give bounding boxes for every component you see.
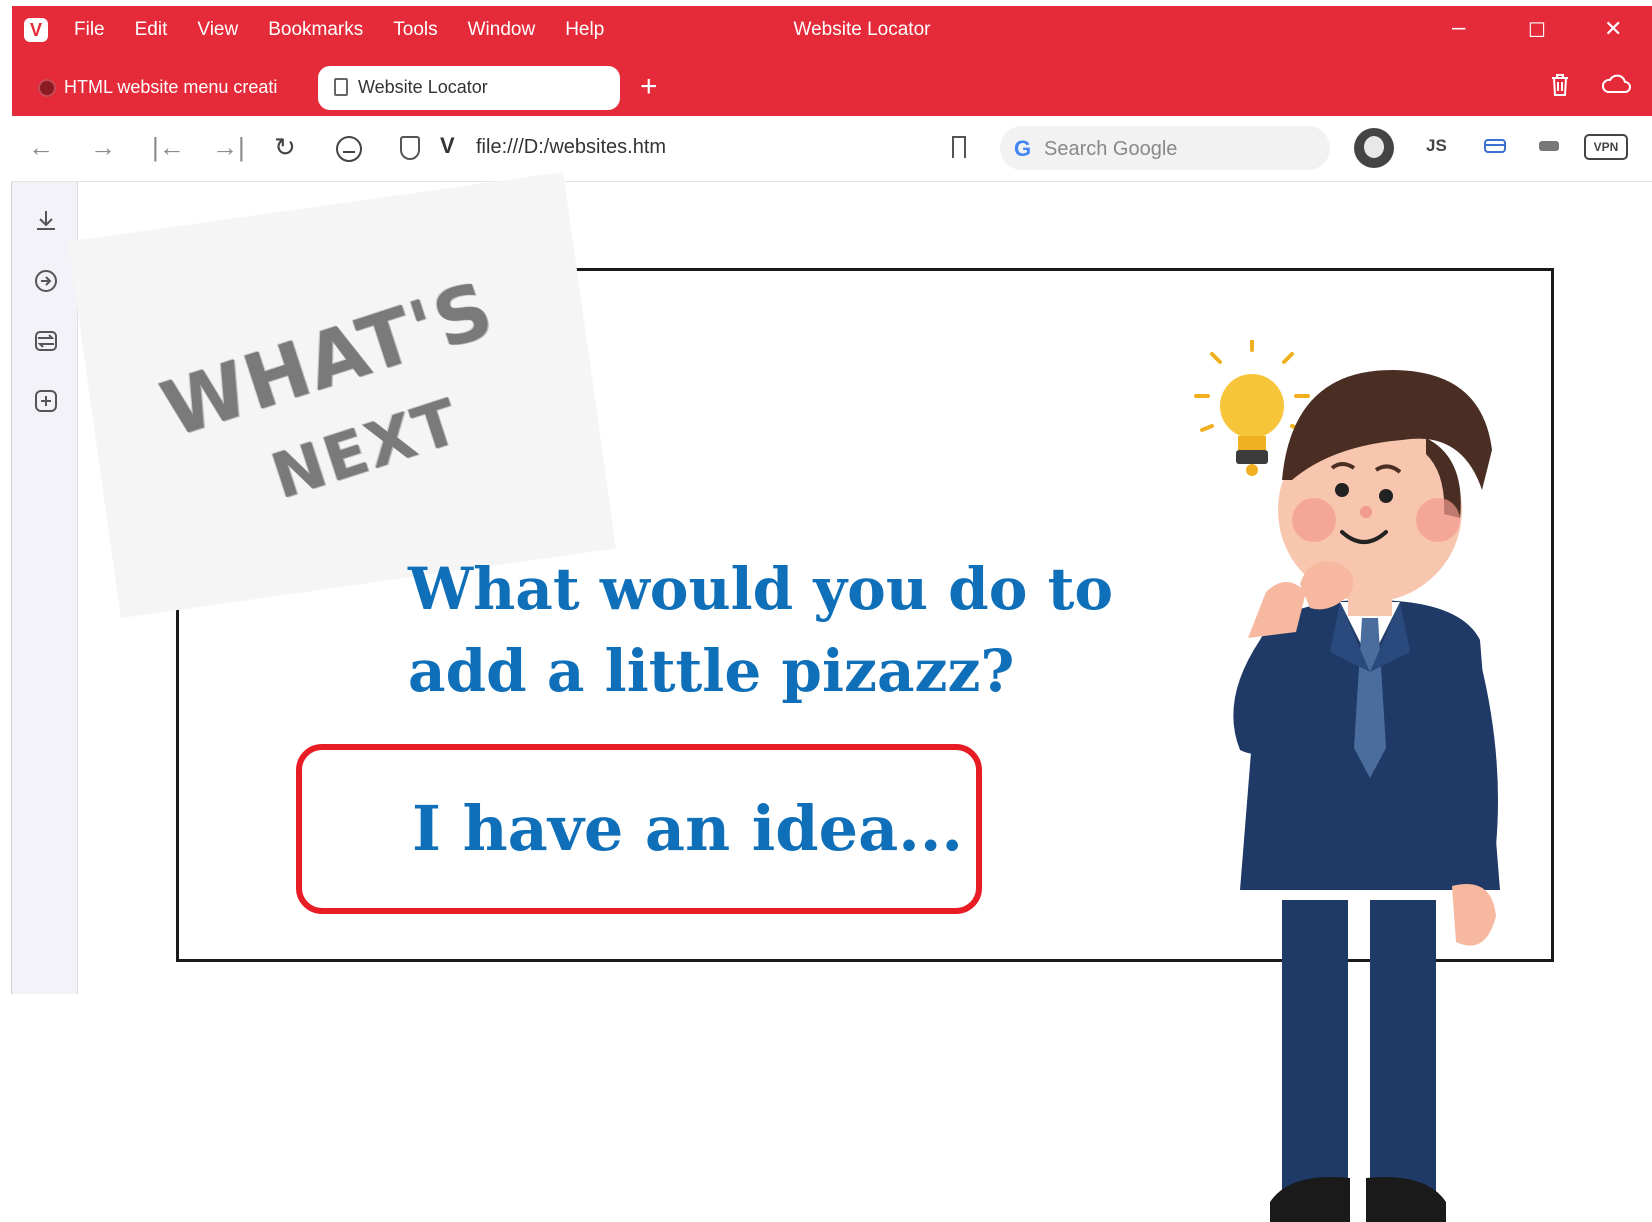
- cloud-sync-icon[interactable]: [1600, 72, 1632, 103]
- panel-toggle-icon[interactable]: [1536, 134, 1562, 162]
- window-edge: [0, 182, 12, 994]
- home-icon[interactable]: [334, 134, 364, 171]
- site-info-icon[interactable]: V: [440, 133, 455, 159]
- idea-text: I have an idea...: [412, 792, 964, 865]
- tab-label: HTML website menu creati: [64, 77, 278, 97]
- fast-forward-button[interactable]: →|: [212, 132, 245, 163]
- page-icon: [334, 78, 348, 96]
- back-button[interactable]: ←: [28, 132, 54, 163]
- search-placeholder: Search Google: [1044, 138, 1178, 160]
- thinking-man-illustration: [1194, 340, 1500, 1222]
- search-field[interactable]: G Search Google: [1000, 126, 1330, 170]
- forward-button[interactable]: →: [90, 132, 116, 163]
- sync-icon[interactable]: [32, 328, 60, 356]
- address-input[interactable]: file:///D:/websites.htm: [476, 136, 666, 159]
- title-bar: V File Edit View Bookmarks Tools Window …: [12, 6, 1652, 58]
- reload-button[interactable]: ↻: [274, 132, 296, 163]
- minimize-button[interactable]: –: [1452, 14, 1465, 42]
- side-panel: [12, 182, 78, 994]
- profile-avatar-icon[interactable]: [1354, 128, 1394, 168]
- javascript-toggle[interactable]: JS: [1426, 136, 1447, 156]
- shield-icon[interactable]: [400, 136, 420, 160]
- question-line2: add a little pizazz?: [408, 637, 1015, 705]
- idea-callout: I have an idea...: [296, 744, 982, 914]
- trash-icon[interactable]: [1548, 72, 1572, 105]
- downloads-icon[interactable]: [32, 208, 60, 236]
- vpn-button[interactable]: VPN: [1584, 134, 1628, 160]
- question-line1: What would you do to: [408, 555, 1114, 623]
- browser-window: V File Edit View Bookmarks Tools Window …: [0, 0, 1652, 1222]
- site-favicon-icon: [38, 79, 56, 97]
- extension-icon[interactable]: [1482, 134, 1508, 162]
- window-title: Website Locator: [793, 19, 931, 40]
- close-button[interactable]: ✕: [1604, 16, 1622, 42]
- tab-website-locator[interactable]: Website Locator: [318, 66, 620, 110]
- bookmark-icon[interactable]: [952, 136, 966, 158]
- question-heading: What would you do to add a little pizazz…: [408, 548, 1128, 712]
- history-icon[interactable]: [32, 268, 60, 296]
- tab-label: Website Locator: [358, 77, 488, 97]
- address-toolbar: ← → |← →| ↻ V file:///D:/websites.htm G …: [12, 116, 1652, 182]
- google-icon: G: [1014, 136, 1032, 161]
- tab-html-menu[interactable]: HTML website menu creati: [24, 66, 306, 112]
- maximize-button[interactable]: ☐: [1528, 18, 1546, 43]
- add-panel-icon[interactable]: [32, 388, 60, 416]
- rewind-button[interactable]: |←: [152, 132, 185, 163]
- new-tab-button[interactable]: +: [640, 70, 658, 104]
- tab-bar: HTML website menu creati Website Locator…: [12, 58, 1652, 116]
